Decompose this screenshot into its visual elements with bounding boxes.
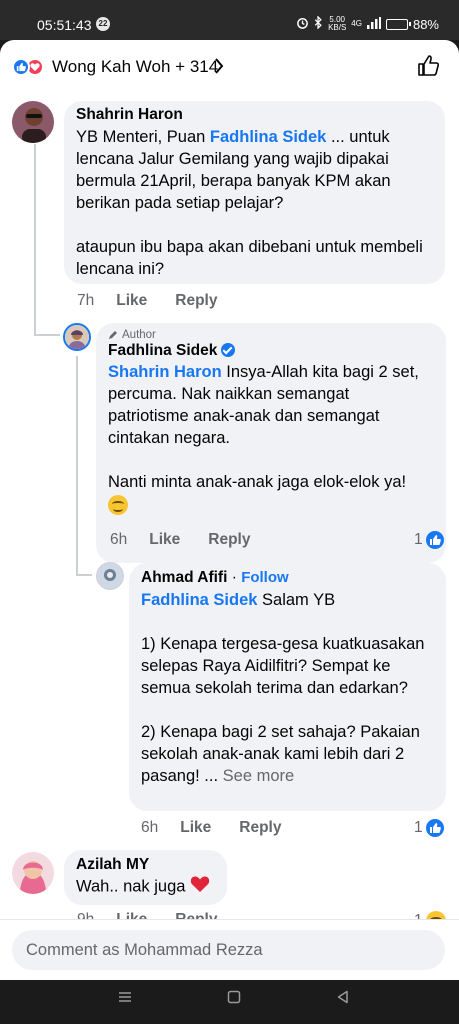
avatar[interactable]	[96, 562, 124, 590]
comment-text: Wah.. nak juga	[76, 875, 215, 899]
comment-author-name[interactable]: Fadhlina Sidek	[108, 342, 217, 359]
pencil-icon	[109, 331, 117, 339]
comment-text-value: Wah.. nak juga	[76, 877, 186, 896]
comment-actions: 6h Like Reply	[110, 531, 278, 549]
battery-icon	[385, 18, 411, 30]
comment-author[interactable]: Fadhlina Sidek	[108, 342, 434, 360]
reactors-summary[interactable]: Wong Kah Woh + 314	[52, 57, 218, 77]
back-icon[interactable]	[336, 990, 350, 1009]
like-button[interactable]: Like	[116, 292, 147, 309]
reaction-icons	[12, 58, 48, 78]
comment-text-start: YB Menteri, Puan	[76, 128, 210, 146]
comment-text: Fadhlina Sidek Salam YB 1) Kenapa terges…	[141, 589, 434, 787]
verified-badge-icon	[221, 343, 236, 357]
like-reaction-icon	[425, 531, 444, 549]
reaction-count[interactable]: 1	[414, 819, 444, 837]
mention-link[interactable]: Shahrin Haron	[108, 363, 222, 381]
status-icons: 5.00 KB/S 4G 88%	[296, 15, 439, 32]
reaction-count[interactable]: 1	[414, 531, 444, 549]
comments-sheet: Wong Kah Woh + 314 Shahrin Haron YB Ment…	[0, 40, 459, 980]
like-reaction-icon	[425, 819, 444, 837]
comment-header: Ahmad Afifi · Follow	[141, 569, 434, 587]
menu-icon[interactable]	[118, 990, 132, 1009]
comment-input[interactable]	[12, 930, 445, 970]
comment-text: Shahrin Haron Insya-Allah kita bagi 2 se…	[108, 361, 434, 493]
reply-bubble[interactable]: Author Fadhlina Sidek Shahrin Haron Insy…	[96, 323, 446, 563]
comment-bubble[interactable]: Shahrin Haron YB Menteri, Puan Fadhlina …	[64, 101, 445, 284]
clock: 05:51:43	[37, 17, 92, 33]
system-nav-bar	[0, 980, 459, 1024]
comment-text-rest: ... untuk lencana Jalur Gemilang yang wa…	[76, 128, 423, 278]
alarm-icon	[296, 16, 309, 32]
comment-text-rest: Salam YB 1) Kenapa tergesa-gesa kuatkuas…	[141, 591, 425, 785]
comment-time[interactable]: 7h	[77, 292, 94, 309]
comment-bubble[interactable]: Azilah MY Wah.. nak juga	[64, 850, 227, 905]
reply-thread-line-elbow	[76, 574, 92, 576]
reply-button[interactable]: Reply	[208, 531, 250, 548]
network-speed: 5.00 KB/S	[328, 16, 346, 32]
see-more-link[interactable]: See more	[223, 767, 295, 785]
thread-line-elbow	[34, 334, 60, 336]
bluetooth-icon	[314, 15, 323, 32]
battery-percent: 88%	[412, 16, 439, 32]
network-speed-unit: KB/S	[328, 23, 347, 32]
author-badge: Author	[108, 329, 434, 341]
name-separator: ·	[227, 569, 242, 586]
comment-author[interactable]: Ahmad Afifi	[141, 569, 227, 586]
status-bar: 05:51:43 22 5.00 KB/S 4G 88%	[0, 0, 459, 40]
signal-icon	[366, 16, 381, 32]
like-button[interactable]: Like	[180, 819, 211, 836]
network-type: 4G	[351, 19, 362, 28]
comment-time[interactable]: 6h	[141, 819, 158, 836]
author-badge-label: Author	[122, 329, 156, 341]
comment-composer	[0, 919, 459, 980]
red-heart-emoji-icon	[190, 875, 210, 899]
comment-text: YB Menteri, Puan Fadhlina Sidek ... untu…	[76, 126, 433, 280]
reaction-count-value: 1	[414, 531, 423, 548]
follow-button[interactable]: Follow	[241, 569, 289, 586]
like-post-icon[interactable]	[417, 54, 441, 83]
comment-time[interactable]: 6h	[110, 531, 127, 548]
reply-thread-line	[76, 356, 78, 574]
mention-link[interactable]: Fadhlina Sidek	[141, 591, 257, 609]
smiling-face-emoji-icon	[108, 495, 128, 515]
comment-author[interactable]: Shahrin Haron	[76, 106, 433, 124]
comment-text-rest: Insya-Allah kita bagi 2 set, percuma. Na…	[108, 363, 419, 491]
reactions-header[interactable]: Wong Kah Woh + 314	[0, 40, 459, 96]
reply-button[interactable]: Reply	[239, 819, 281, 836]
mention-link[interactable]: Fadhlina Sidek	[210, 128, 326, 146]
avatar[interactable]	[63, 323, 91, 351]
notification-count-badge: 22	[96, 17, 110, 31]
thread-line	[34, 144, 36, 334]
reply-button[interactable]: Reply	[175, 292, 217, 309]
avatar[interactable]	[12, 852, 54, 894]
reaction-count-value: 1	[414, 819, 423, 836]
comment-actions: 6h Like Reply	[141, 819, 309, 837]
home-icon[interactable]	[227, 990, 241, 1009]
comment-actions: 7h Like Reply	[77, 292, 245, 310]
comment-author[interactable]: Azilah MY	[76, 856, 215, 874]
like-reaction-icon	[12, 58, 30, 76]
chevron-right-icon[interactable]	[214, 58, 224, 79]
avatar[interactable]	[12, 101, 54, 143]
like-button[interactable]: Like	[149, 531, 180, 548]
reply-bubble[interactable]: Ahmad Afifi · Follow Fadhlina Sidek Sala…	[129, 563, 446, 811]
